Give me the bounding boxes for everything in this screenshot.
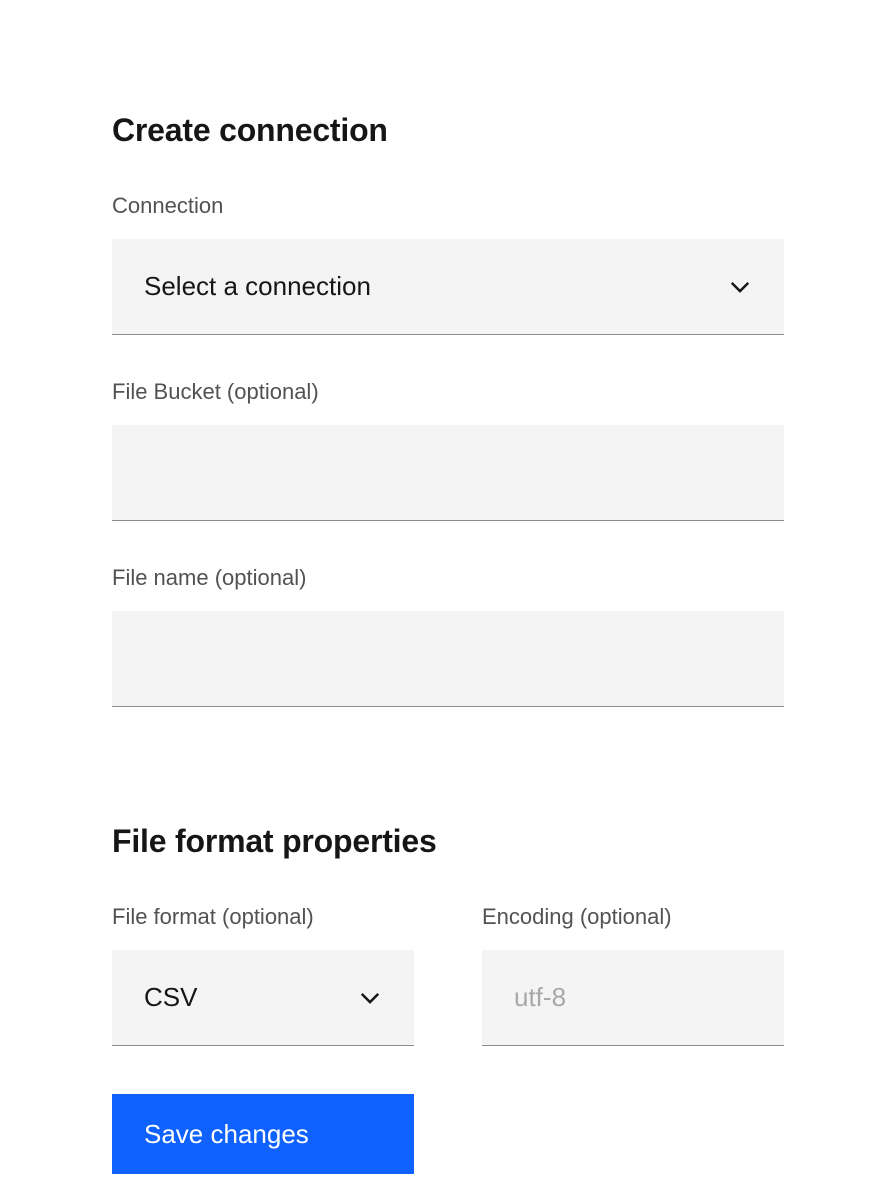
file-name-input[interactable]	[112, 611, 784, 707]
connection-label: Connection	[112, 193, 784, 219]
file-format-label: File format (optional)	[112, 904, 414, 930]
file-format-dropdown[interactable]: CSV	[112, 950, 414, 1046]
save-changes-button[interactable]: Save changes	[112, 1094, 414, 1174]
file-format-title: File format properties	[112, 823, 784, 860]
encoding-label: Encoding (optional)	[482, 904, 784, 930]
file-name-label: File name (optional)	[112, 565, 784, 591]
chevron-down-icon	[358, 986, 382, 1010]
file-bucket-input[interactable]	[112, 425, 784, 521]
chevron-down-icon	[728, 275, 752, 299]
create-connection-title: Create connection	[112, 112, 784, 149]
connection-dropdown[interactable]: Select a connection	[112, 239, 784, 335]
file-format-dropdown-text: CSV	[144, 982, 358, 1013]
connection-dropdown-text: Select a connection	[144, 271, 728, 302]
encoding-input[interactable]	[482, 950, 784, 1046]
file-bucket-label: File Bucket (optional)	[112, 379, 784, 405]
